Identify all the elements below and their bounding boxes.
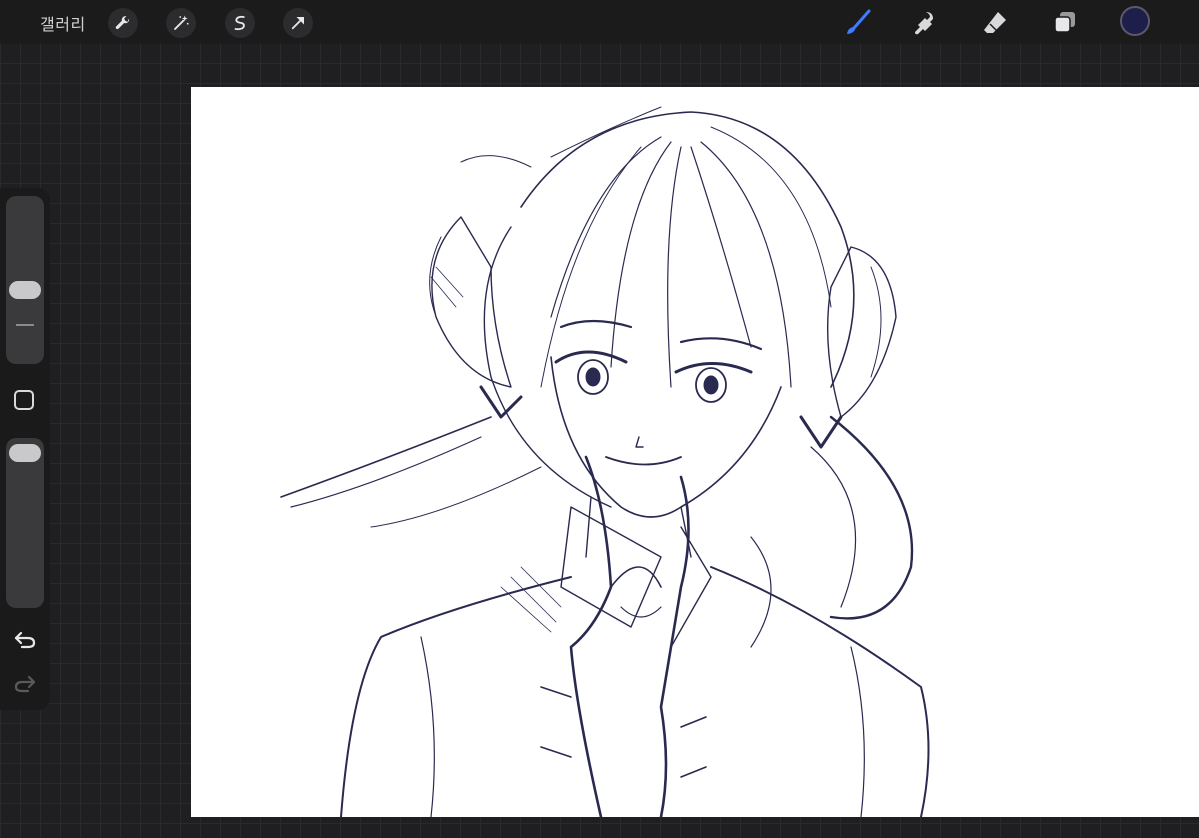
eraser-tool-button[interactable] bbox=[978, 6, 1012, 40]
smudge-icon bbox=[915, 12, 933, 35]
wrench-icon bbox=[115, 16, 130, 30]
slider-tick bbox=[16, 324, 34, 326]
opacity-slider[interactable] bbox=[6, 438, 44, 608]
selection-button[interactable] bbox=[225, 8, 255, 38]
brush-size-slider[interactable] bbox=[6, 196, 44, 364]
undo-icon[interactable] bbox=[13, 630, 37, 650]
modifier-button[interactable] bbox=[14, 390, 34, 410]
color-picker-button[interactable] bbox=[1120, 6, 1150, 36]
layers-button[interactable] bbox=[1048, 6, 1082, 40]
layers-icon bbox=[1054, 12, 1075, 33]
drawing-canvas[interactable] bbox=[191, 87, 1199, 817]
smudge-tool-button[interactable] bbox=[908, 6, 942, 40]
brush-size-thumb[interactable] bbox=[9, 281, 41, 300]
sketch-artwork bbox=[280, 106, 930, 817]
redo-icon[interactable] bbox=[13, 674, 37, 694]
selection-icon bbox=[234, 15, 245, 31]
actions-button[interactable] bbox=[108, 8, 138, 38]
opacity-thumb[interactable] bbox=[9, 444, 41, 462]
eraser-icon bbox=[984, 12, 1006, 33]
left-sidebar bbox=[0, 188, 50, 710]
top-toolbar: 갤러리 bbox=[0, 0, 1199, 44]
magic-wand-icon bbox=[174, 15, 189, 30]
brush-tool-button[interactable] bbox=[840, 6, 874, 40]
transform-button[interactable] bbox=[283, 8, 313, 38]
adjustments-button[interactable] bbox=[166, 8, 196, 38]
brush-icon bbox=[847, 9, 871, 34]
transform-icon bbox=[291, 17, 304, 30]
gallery-button[interactable]: 갤러리 bbox=[40, 11, 86, 35]
